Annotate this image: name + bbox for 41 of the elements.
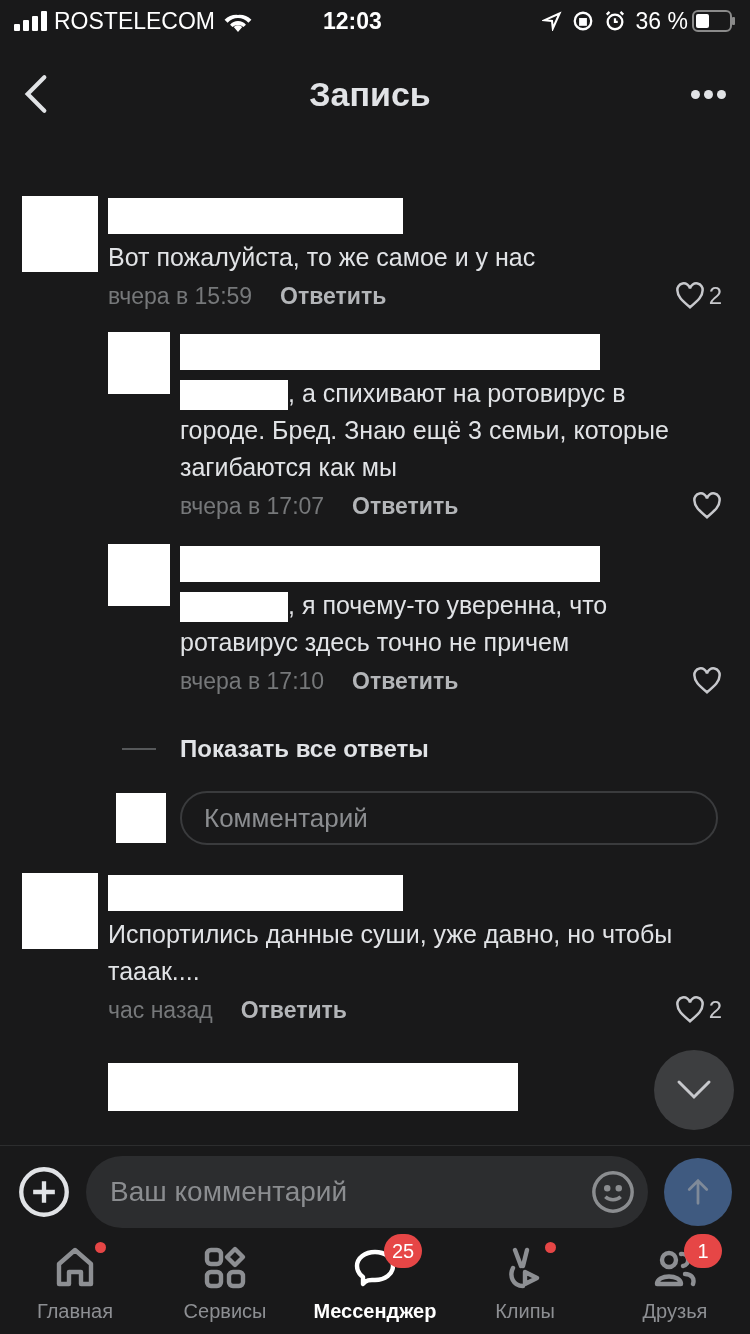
page-title: Запись — [308, 73, 432, 115]
reply-input-field[interactable]: Комментарий — [180, 791, 718, 845]
battery-icon — [692, 10, 736, 32]
comment-time: вчера в 17:10 — [180, 666, 325, 696]
add-button[interactable] — [18, 1166, 70, 1218]
rotation-lock-icon — [571, 10, 594, 32]
like-count: 2 — [708, 995, 722, 1025]
comment-text: , я почему-то уверенна, что ротавирус здесь точно не причем — [180, 590, 609, 658]
comment-input-field[interactable]: Ваш комментарий — [86, 1156, 648, 1228]
comment-text: Испортились данные суши, уже давно, но чтобы тааак.... — [108, 919, 674, 987]
like-count: 2 — [708, 281, 722, 311]
comment-text: , а спихивают на ротовирус в городе. Бред. Знаю ещё 3 семьи, которые загибаются как мы — [180, 378, 670, 483]
count-badge: 25 — [384, 1234, 422, 1268]
smiley-icon[interactable] — [590, 1169, 636, 1215]
comment-text: Вот пожалуйста, то же самое и у нас — [108, 242, 537, 273]
carrier-name: ROSTELECOM — [54, 6, 216, 36]
battery-percent: 36 % — [635, 6, 688, 36]
reply-link[interactable]: Ответить — [352, 488, 459, 524]
reply-link[interactable]: Ответить — [280, 278, 387, 314]
heart-icon[interactable] — [692, 492, 722, 520]
tab-bar-item[interactable]: Сервисы — [150, 1238, 300, 1334]
signal-icon — [14, 11, 48, 31]
reply-link[interactable]: Ответить — [240, 992, 347, 1028]
location-icon — [541, 11, 562, 31]
redaction-block — [108, 332, 170, 394]
show-all-replies-link[interactable]: Показать все ответы — [180, 731, 429, 767]
comment-time: вчера в 15:59 — [108, 281, 253, 311]
heart-icon[interactable] — [674, 282, 705, 310]
comment-time: вчера в 17:07 — [180, 491, 325, 521]
reply-link[interactable]: Ответить — [352, 663, 459, 699]
comment-time: час назад — [108, 995, 213, 1025]
alarm-icon — [603, 10, 626, 32]
redaction-block — [108, 544, 170, 606]
clock-time: 12:03 — [323, 6, 382, 36]
heart-icon[interactable] — [692, 667, 722, 695]
count-badge: 1 — [684, 1234, 722, 1268]
chevron-down-icon — [676, 1079, 712, 1101]
heart-icon[interactable] — [674, 996, 705, 1024]
tab-bar-item[interactable]: Клипы — [450, 1238, 600, 1334]
redaction-block — [116, 793, 166, 843]
tab-bar-item[interactable]: Главная — [0, 1238, 150, 1334]
